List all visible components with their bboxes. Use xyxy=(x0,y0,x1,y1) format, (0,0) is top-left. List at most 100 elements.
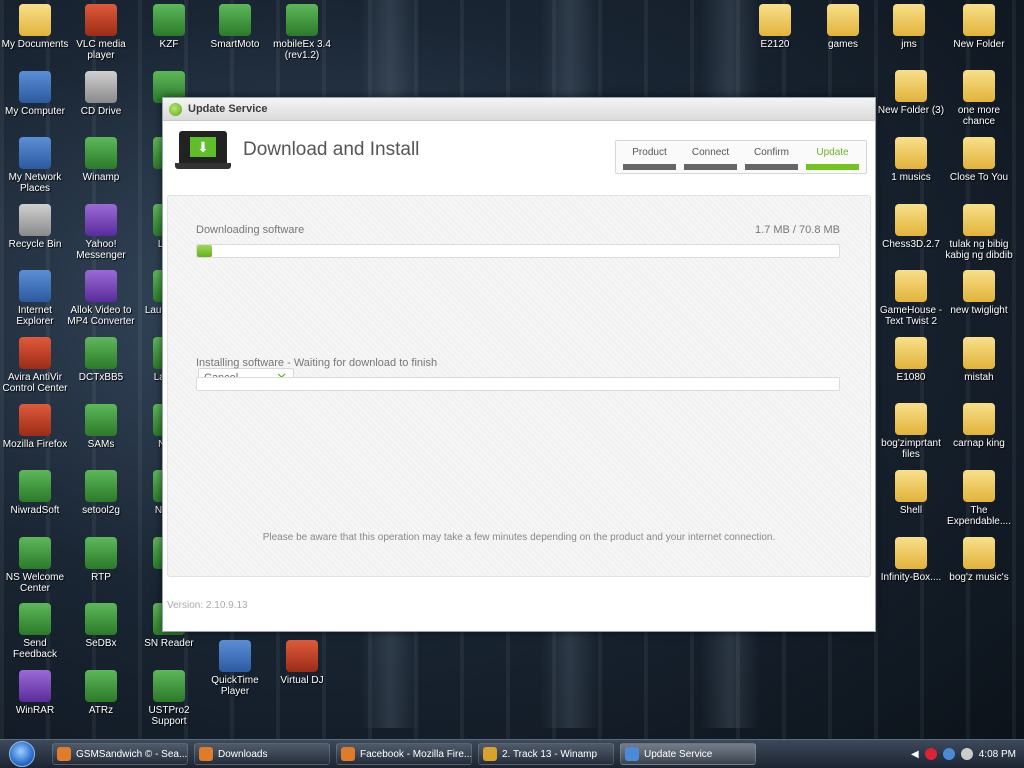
desktop-icon[interactable]: Allok Video to MP4 Converter xyxy=(66,270,136,327)
desktop-icon[interactable]: 1 musics xyxy=(876,137,946,183)
desktop-icon[interactable]: Close To You xyxy=(944,137,1014,183)
antivirus-tray-icon[interactable] xyxy=(924,748,937,760)
desktop-icon[interactable]: KZF xyxy=(134,4,204,50)
desktop-icon[interactable]: Send Feedback xyxy=(0,603,70,660)
desktop-icon[interactable]: Virtual DJ xyxy=(267,640,337,686)
desktop-icon[interactable]: NS Welcome Center xyxy=(0,536,70,594)
desktop-icon-label: Mozilla Firefox xyxy=(2,438,68,450)
folder-icon xyxy=(963,537,995,569)
desktop-icon-label: Recycle Bin xyxy=(8,238,62,250)
desktop-icon-label: RTP xyxy=(91,571,111,583)
tray-arrow-icon[interactable]: ◀ xyxy=(911,749,919,760)
desktop-icon[interactable]: carnap king xyxy=(944,403,1014,449)
taskbar-item[interactable]: 2. Track 13 - Winamp xyxy=(478,743,614,765)
vlc-icon xyxy=(85,4,117,36)
dialog-titlebar[interactable]: Update Service xyxy=(163,98,875,121)
desktop-icon[interactable]: CD Drive xyxy=(66,70,136,117)
network-icon xyxy=(19,137,51,170)
quicktime-icon xyxy=(219,640,251,672)
app-icon xyxy=(85,670,117,702)
desktop-icon[interactable]: SAMs xyxy=(66,403,136,450)
app-icon xyxy=(153,670,185,702)
desktop-icon[interactable]: SmartMoto xyxy=(200,4,270,50)
desktop-icon-label: SeDBx xyxy=(85,638,117,650)
windows-orb-icon xyxy=(9,741,35,767)
desktop-icon[interactable]: VLC media player xyxy=(66,4,136,61)
desktop-icon[interactable]: SeDBx xyxy=(66,603,136,649)
desktop-icon[interactable]: setool2g xyxy=(66,470,136,516)
feedback-icon xyxy=(19,603,51,636)
desktop-icon[interactable]: Chess3D.2.7 xyxy=(876,204,946,250)
taskbar-item[interactable]: GSMSandwich © - Sea... xyxy=(52,743,188,765)
info-note: Please be aware that this operation may … xyxy=(262,532,776,543)
desktop-icon[interactable]: mobileEx 3.4 (rev1.2) xyxy=(267,4,337,61)
desktop-icon[interactable]: E1080 xyxy=(876,337,946,383)
clock[interactable]: 4:08 PM xyxy=(979,749,1016,760)
taskbar-item[interactable]: Facebook - Mozilla Fire... xyxy=(336,743,472,765)
app-icon xyxy=(85,337,117,369)
wizard-step-update: Update xyxy=(802,141,863,173)
desktop-icon[interactable]: My Documents xyxy=(0,4,70,50)
laptop-download-icon: ⬇ xyxy=(175,131,231,177)
desktop-icon[interactable]: My Network Places xyxy=(0,137,70,194)
taskbar-item-label: 2. Track 13 - Winamp xyxy=(502,748,598,760)
app-icon xyxy=(19,536,51,569)
taskbar-item-label: GSMSandwich © - Sea... xyxy=(76,748,188,760)
desktop-icon[interactable]: Yahoo! Messenger xyxy=(66,203,136,261)
desktop-icon[interactable]: QuickTime Player xyxy=(200,640,270,697)
wizard-step-bar xyxy=(806,164,859,170)
desktop-icon-label: NS Welcome Center xyxy=(5,571,65,594)
desktop-icon[interactable]: bog'zimprtant files xyxy=(876,403,946,460)
desktop-icon-label: mobileEx 3.4 (rev1.2) xyxy=(273,39,331,61)
recycle-bin-icon xyxy=(19,203,51,236)
taskbar-item[interactable]: Update Service xyxy=(620,743,756,765)
desktop-icon[interactable]: USTPro2 Support xyxy=(134,670,204,727)
desktop-icon[interactable]: NiwradSoft xyxy=(0,470,70,516)
desktop-icon-label: KZF xyxy=(159,39,179,50)
desktop-icon[interactable]: one more chance xyxy=(944,70,1014,127)
desktop-icon-label: New Folder (3) xyxy=(877,105,945,116)
taskbar-item-icon xyxy=(625,747,639,761)
wizard-step-product: Product xyxy=(619,141,680,173)
dialog-header: ⬇ Download and Install Product Connect Con… xyxy=(163,121,875,193)
desktop-icon[interactable]: Avira AntiVir Control Center xyxy=(0,337,70,394)
taskbar-item-label: Downloads xyxy=(218,748,268,760)
network-tray-icon[interactable] xyxy=(942,748,955,760)
desktop-icon[interactable]: My Computer xyxy=(0,70,70,117)
app-icon xyxy=(85,403,117,436)
desktop-icon-label: jms xyxy=(901,39,917,50)
desktop-icon[interactable]: mistah xyxy=(944,337,1014,383)
desktop-icon-label: 1 musics xyxy=(891,172,931,183)
desktop-icon[interactable]: E2120 xyxy=(740,4,810,50)
desktop-icon[interactable]: tulak ng bibig kabig ng dibdib xyxy=(944,204,1014,261)
start-button[interactable] xyxy=(0,740,44,768)
desktop-icon[interactable]: New Folder (3) xyxy=(876,70,946,116)
update-service-logo-icon xyxy=(169,102,182,116)
desktop-icon[interactable]: Winamp xyxy=(66,137,136,183)
desktop-icon[interactable]: Recycle Bin xyxy=(0,203,70,250)
download-size: 1.7 MB / 70.8 MB xyxy=(755,224,840,236)
desktop-icon[interactable]: Shell xyxy=(876,470,946,516)
desktop-icon[interactable]: ATRz xyxy=(66,670,136,716)
desktop-icon[interactable]: The Expendable.... xyxy=(944,470,1014,527)
desktop-icon[interactable]: Infinity-Box.... xyxy=(876,537,946,583)
desktop-icon-label: SAMs xyxy=(87,438,115,450)
desktop-icon-label: SN Reader xyxy=(144,638,194,650)
desktop-icon[interactable]: GameHouse - Text Twist 2 xyxy=(876,270,946,327)
desktop-icon[interactable]: bog'z music's xyxy=(944,537,1014,583)
desktop-icon[interactable]: new twiglight xyxy=(944,270,1014,316)
desktop-icon[interactable]: RTP xyxy=(66,536,136,583)
desktop-icon-label: Internet Explorer xyxy=(16,305,54,328)
desktop-icon[interactable]: jms xyxy=(874,4,944,50)
desktop-icon[interactable]: games xyxy=(808,4,878,50)
desktop-icon[interactable]: Mozilla Firefox xyxy=(0,403,70,450)
desktop-icon-label: Chess3D.2.7 xyxy=(882,239,940,250)
desktop-icon[interactable]: DCTxBB5 xyxy=(66,337,136,383)
wizard-step-label: Connect xyxy=(691,147,730,158)
desktop-icon[interactable]: Internet Explorer xyxy=(0,270,70,327)
volume-tray-icon[interactable] xyxy=(960,748,973,760)
desktop-icon[interactable]: New Folder xyxy=(944,4,1014,50)
folder-icon xyxy=(963,270,995,302)
desktop-icon[interactable]: WinRAR xyxy=(0,670,70,716)
taskbar-item[interactable]: Downloads xyxy=(194,743,330,765)
